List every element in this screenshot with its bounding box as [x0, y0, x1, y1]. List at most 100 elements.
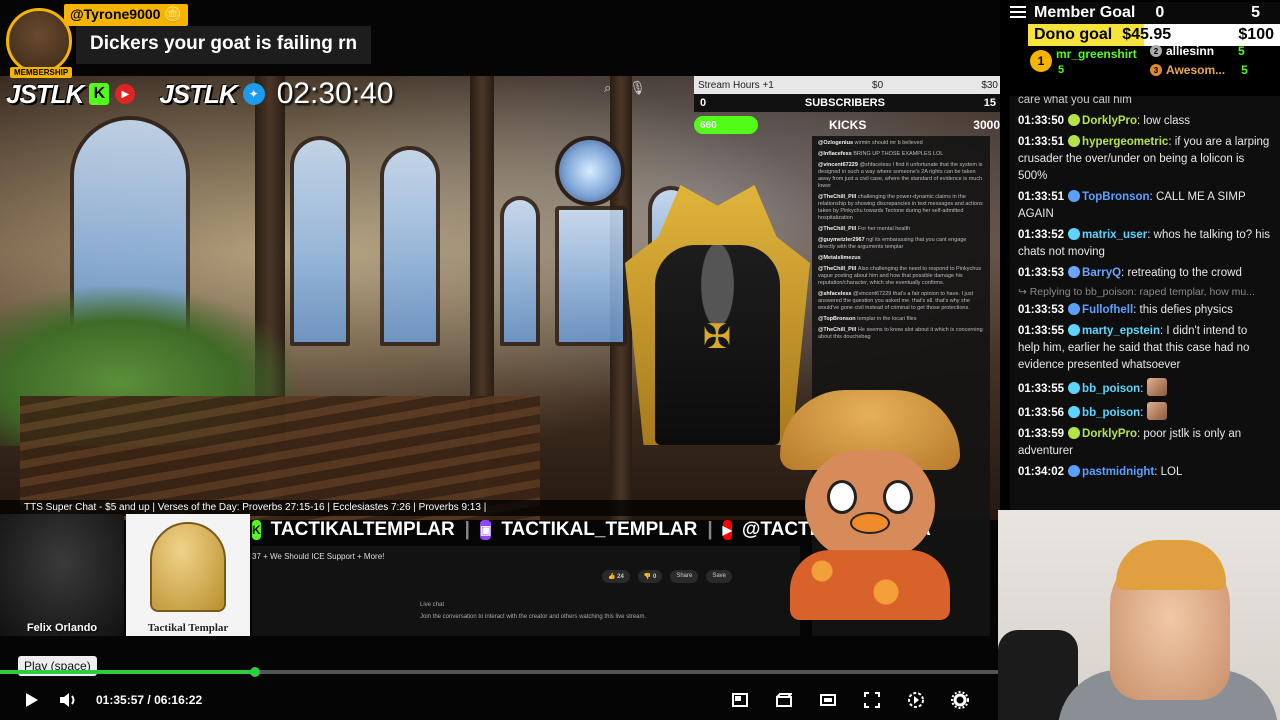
chat-username[interactable]: hypergeometric: [1082, 136, 1168, 148]
seek-bar-fill: [0, 670, 255, 674]
save-button: Save: [706, 570, 733, 583]
twitter-icon: ✦: [242, 83, 265, 105]
streamer-webcam: [998, 510, 1280, 720]
chat-username[interactable]: DorklyPro: [1082, 115, 1137, 127]
user-badge-icon: [1068, 190, 1081, 202]
user-badge-icon: [1068, 266, 1081, 278]
youtube-icon: ▶: [115, 84, 136, 104]
search-icon: ⌕: [604, 80, 612, 95]
dono-goal-current: $45.95: [1122, 26, 1172, 43]
miniplayer-button[interactable]: [726, 686, 754, 714]
penguin-mascot: [770, 390, 970, 620]
embedded-chat-text: BRING UP THOSE EXAMPLES LOL: [853, 151, 944, 157]
user-badge-icon: [1068, 324, 1081, 336]
embedded-chat-message: @TheChill_Pill He seems to know alot abo…: [818, 327, 984, 341]
play-icon: [26, 693, 38, 707]
chat-username[interactable]: pastmidnight: [1082, 466, 1154, 478]
chat-username[interactable]: bb_poison: [1082, 383, 1140, 395]
leaderboard-name: alliesinn: [1166, 44, 1215, 58]
dono-goal-target: $100: [1238, 26, 1274, 43]
youtube-actions: 👍 24 👎 0 Share Save: [602, 570, 733, 583]
embedded-chat-text: templar in the locari files: [857, 316, 917, 322]
youtube-page-capture: 37 + We Should ICE Support + More! 👍 24 …: [252, 546, 800, 636]
twitch-handle: TACTIKAL_TEMPLAR: [501, 519, 698, 540]
speed-button[interactable]: [902, 686, 930, 714]
rank-badge: 2: [1150, 45, 1162, 57]
mascot-face: [805, 450, 935, 560]
stream-hours-current: $0: [872, 79, 884, 91]
volume-icon: [60, 693, 75, 707]
volume-button[interactable]: [54, 686, 82, 714]
fullscreen-button[interactable]: [858, 686, 886, 714]
theater-mode-button[interactable]: [814, 686, 842, 714]
user-badge-icon: [1068, 427, 1081, 439]
live-chat-title: Live chat: [420, 602, 445, 608]
chat-message: 01:33:55 marty_epstein: I didn't intend t…: [1018, 324, 1250, 371]
chat-text: LOL: [1160, 466, 1183, 478]
clip-button[interactable]: [770, 686, 798, 714]
embedded-chat-message: @TheChill_Pill Also challenging the need…: [818, 266, 984, 287]
chat-username[interactable]: DorklyPro: [1082, 428, 1137, 440]
fullscreen-icon: [864, 692, 880, 708]
chat-message: 01:33:53 BarryQ: retreating to the crowd: [1018, 266, 1242, 279]
kicks-row: 660 KICKS 3000: [694, 114, 1000, 136]
seek-bar[interactable]: [0, 667, 1000, 677]
chat-text: retreating to the crowd: [1127, 267, 1242, 279]
streamer-cap: [1116, 540, 1226, 590]
clapperboard-icon: [776, 693, 792, 707]
embedded-chat-text: wirmin should mr b believed: [854, 140, 923, 146]
chat-username[interactable]: TopBronson: [1082, 191, 1150, 203]
chat-username[interactable]: Fullofhell: [1082, 304, 1133, 316]
rank-badge: 3: [1150, 64, 1162, 76]
menu-icon[interactable]: [1010, 6, 1026, 20]
chat-username[interactable]: BarryQ: [1082, 267, 1121, 279]
chat-message: 01:33:53 Fullofhell: this defies physics: [1018, 303, 1233, 316]
chat-timestamp: 01:33:55: [1018, 383, 1065, 395]
chat-panel[interactable]: care what you call him 01:33:50 DorklyPro…: [1010, 96, 1280, 510]
embedded-chat-user: @Metalslimezus: [818, 255, 861, 261]
current-time: 01:35:57: [96, 693, 145, 707]
member-goal-target: 5: [1251, 4, 1260, 21]
microphone-icon: 🎙: [629, 80, 646, 95]
kick-icon: K: [89, 83, 110, 105]
play-button[interactable]: [18, 686, 46, 714]
youtube-icon: ▶: [722, 520, 732, 540]
video-frame[interactable]: ✠ JSTLK K ▶ JSTLK ✦ 02:30:40 ⌕ 🎙 Stream …: [0, 0, 1000, 720]
stream-uptime: 02:30:40: [276, 77, 394, 110]
embedded-chat-user: @TopBronson: [818, 316, 858, 322]
chat-username[interactable]: marty_epstein: [1082, 325, 1160, 337]
seek-handle[interactable]: [250, 667, 260, 677]
embedded-chat-text: For her mental health: [857, 226, 911, 232]
settings-button[interactable]: [946, 686, 974, 714]
embedded-chat-user: @vincent67229: [818, 162, 860, 168]
overlay-icons: ⌕ 🎙: [604, 80, 646, 96]
kick-handle: TACTIKALTEMPLAR: [270, 519, 455, 540]
emote-icon: [1146, 402, 1167, 420]
dono-goal-label: Dono goal: [1034, 26, 1113, 43]
leaderboard-count: 5: [1058, 64, 1065, 76]
live-chat-hint: Join the conversation to interact with t…: [420, 614, 647, 620]
guest-name: Felix Orlando: [26, 622, 98, 634]
embedded-chat-user: @guymetzler2967: [818, 237, 867, 243]
coin-icon: 🪙: [164, 6, 182, 22]
time-display: 01:35:57 / 06:16:22: [96, 693, 202, 707]
chat-username[interactable]: matrix_user: [1082, 229, 1147, 241]
duration: 06:16:22: [154, 693, 203, 707]
user-badge-icon: [1068, 114, 1081, 126]
chat-username[interactable]: bb_poison: [1082, 407, 1140, 419]
share-button: Share: [670, 570, 699, 583]
stained-window: [500, 196, 540, 346]
hawaiian-shirt: [790, 550, 950, 620]
embedded-chat-message: @guymetzler2967 ngl its embarassing that…: [818, 237, 984, 251]
guest-cam-templar: Tactikal Templar: [126, 514, 250, 636]
user-badge-icon: [1068, 465, 1081, 477]
chat-timestamp: 01:33:53: [1018, 267, 1065, 279]
twitch-icon: ▣: [480, 520, 492, 540]
time-separator: /: [147, 693, 151, 707]
embedded-chat-user: @TheChill_Pill: [818, 194, 858, 200]
embedded-chat-user: @TheChill_Pill: [818, 226, 858, 232]
chat-message: 01:34:02 pastmidnight: LOL: [1018, 465, 1183, 478]
leaderboard-entry: 2 alliesinn 5: [1150, 44, 1245, 58]
chat-message: 01:33:55 bb_poison:: [1010, 376, 1280, 400]
channel-logo-bar: JSTLK K ▶ JSTLK ✦ 02:30:40: [6, 77, 394, 110]
